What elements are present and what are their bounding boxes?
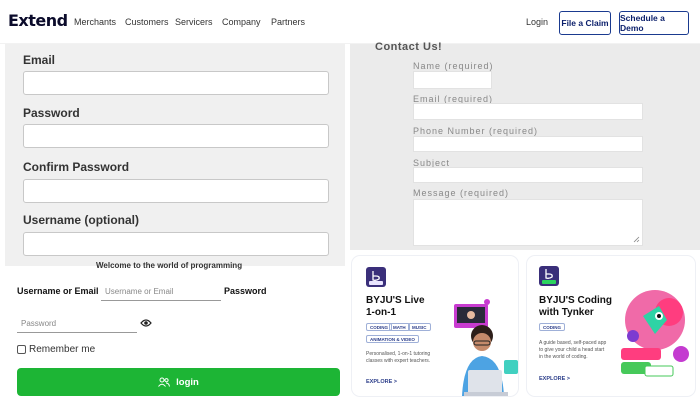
nav-customers[interactable]: Customers <box>125 17 169 27</box>
extend-logo[interactable]: Extend <box>8 11 68 30</box>
card-desc-line3: in the world of coding. <box>539 354 588 360</box>
tag-coding: CODING <box>539 323 565 331</box>
card-title-line1: BYJU'S Coding <box>539 295 612 306</box>
card-desc-line2: classes with expert teachers. <box>366 358 431 364</box>
explore-link[interactable]: EXPLORE > <box>366 379 397 385</box>
username-field[interactable] <box>23 232 329 256</box>
nav-servicers[interactable]: Servicers <box>175 17 213 27</box>
name-label: Name (required) <box>413 61 494 71</box>
explore-link[interactable]: EXPLORE > <box>539 376 570 382</box>
tag-math: MATH <box>389 323 410 331</box>
name-field[interactable] <box>413 71 492 89</box>
card-title-line1: BYJU'S Live <box>366 295 425 306</box>
phone-field[interactable] <box>413 136 643 152</box>
message-label: Message (required) <box>413 188 510 198</box>
username-label: Username (optional) <box>23 213 140 227</box>
remember-me-label[interactable]: Remember me <box>29 344 95 355</box>
login-password-label: Password <box>224 286 267 296</box>
registration-form: Email Password Confirm Password Username… <box>5 44 345 266</box>
site-header: Extend Merchants Customers Servicers Com… <box>0 0 700 44</box>
schedule-demo-button[interactable]: Schedule a Demo <box>619 11 689 35</box>
password-field[interactable] <box>23 124 329 148</box>
login-username-label: Username or Email <box>17 286 99 296</box>
resize-handle-icon[interactable] <box>633 236 640 243</box>
remember-me-checkbox[interactable] <box>17 345 26 354</box>
contact-email-field[interactable] <box>413 103 643 120</box>
login-button-label: login <box>176 376 199 388</box>
confirm-password-field[interactable] <box>23 179 329 203</box>
card-title-line2: 1-on-1 <box>366 307 396 318</box>
header-login-link[interactable]: Login <box>526 17 548 27</box>
byjus-logo-icon <box>539 266 559 286</box>
card-desc-line1: Personalised, 1-on-1 tutoring <box>366 351 431 357</box>
email-field[interactable] <box>23 71 329 95</box>
phone-label: Phone Number (required) <box>413 126 539 136</box>
file-claim-button[interactable]: File a Claim <box>559 11 611 35</box>
nav-company[interactable]: Company <box>222 17 261 27</box>
byjus-logo-icon <box>366 267 386 287</box>
subject-field[interactable] <box>413 167 643 183</box>
welcome-text: Welcome to the world of programming <box>96 261 243 270</box>
login-button[interactable]: login <box>17 368 340 396</box>
tag-animation-video: ANIMATION & VIDEO <box>366 335 419 343</box>
users-icon <box>158 377 171 387</box>
eye-icon[interactable] <box>140 318 152 328</box>
student-laptop-illustration <box>454 299 518 396</box>
contact-title: Contact Us! <box>375 41 443 53</box>
password-label: Password <box>23 106 80 120</box>
nav-merchants[interactable]: Merchants <box>74 17 116 27</box>
tag-music: MUSIC <box>408 323 431 331</box>
card-desc-line1: A guide based, self-paced app <box>539 340 607 346</box>
tynker-monster-illustration <box>621 290 689 377</box>
login-username-input[interactable] <box>101 283 221 301</box>
byjus-live-card[interactable]: BYJU'S Live 1-on-1 CODING MATH MUSIC ANI… <box>352 256 518 396</box>
confirm-password-label: Confirm Password <box>23 160 130 174</box>
card-desc-line2: to give your child a head start <box>539 347 605 353</box>
login-password-input[interactable] <box>17 315 137 333</box>
byjus-coding-card[interactable]: BYJU'S Coding with Tynker CODING A guide… <box>527 256 695 396</box>
card-title-line2: with Tynker <box>539 307 594 318</box>
message-textarea[interactable] <box>413 199 643 246</box>
nav-partners[interactable]: Partners <box>271 17 305 27</box>
email-label: Email <box>23 53 56 67</box>
